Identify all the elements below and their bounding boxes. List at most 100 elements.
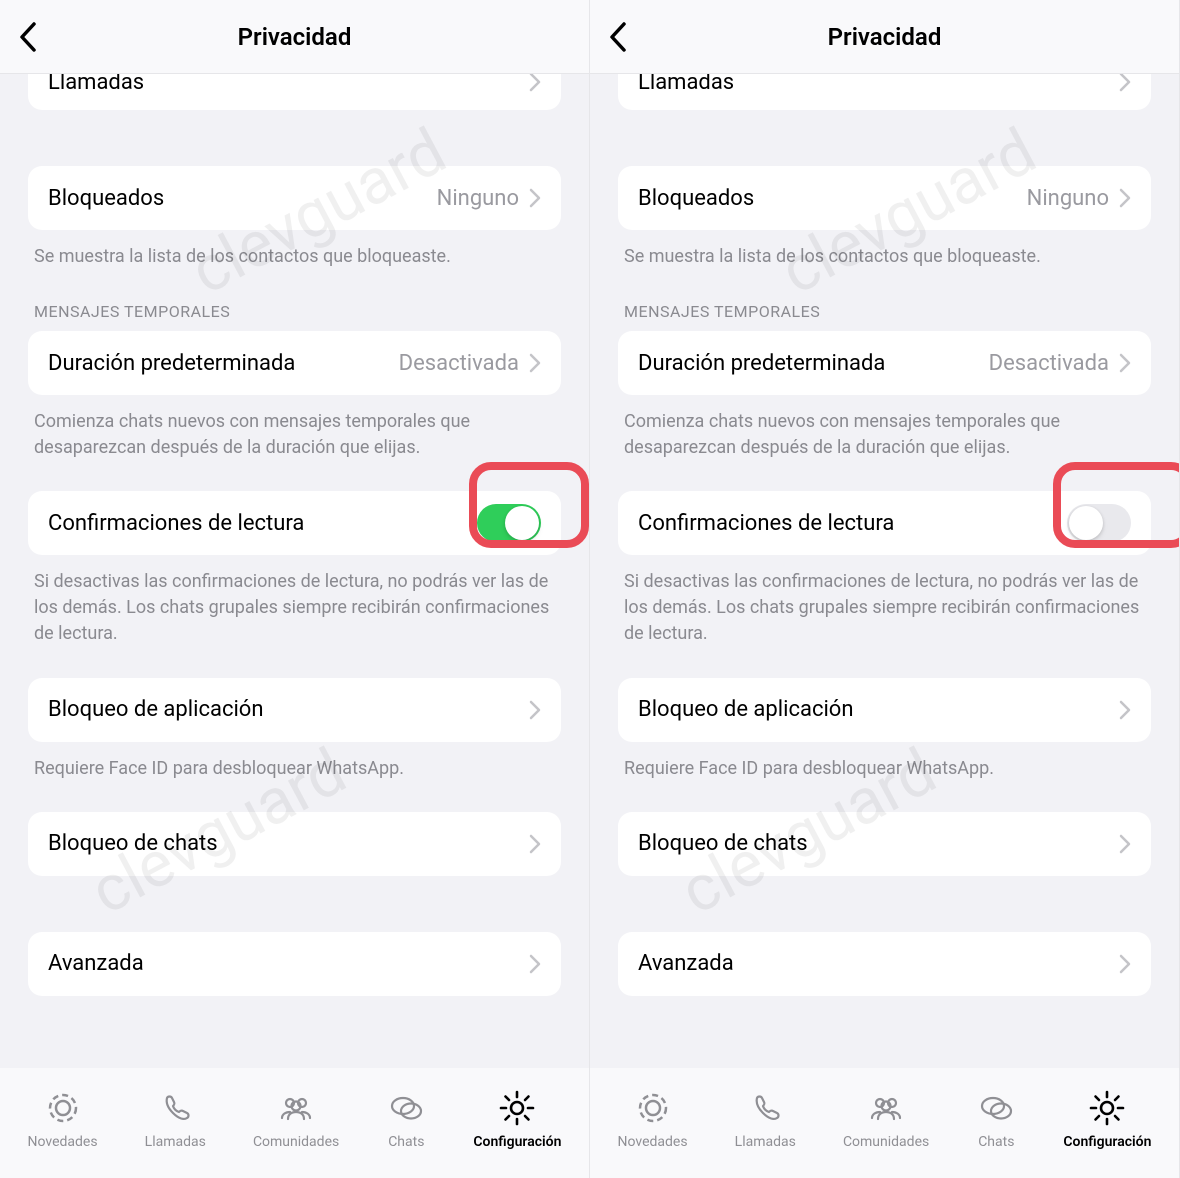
tab-llamadas[interactable]: Llamadas <box>145 1088 206 1150</box>
chevron-right-icon <box>1119 954 1131 974</box>
tab-label: Llamadas <box>735 1134 796 1150</box>
chevron-right-icon <box>1119 353 1131 373</box>
back-button[interactable] <box>8 17 48 57</box>
tab-label: Configuración <box>1063 1134 1151 1150</box>
row-value: Ninguno <box>437 186 519 211</box>
row-bloqueados[interactable]: Bloqueados Ninguno <box>28 166 561 230</box>
row-label: Confirmaciones de lectura <box>48 511 304 536</box>
row-label: Bloqueo de chats <box>48 831 218 856</box>
chats-icon <box>976 1088 1016 1128</box>
row-bloqueo-chats[interactable]: Bloqueo de chats <box>28 812 561 876</box>
tab-label: Novedades <box>28 1134 98 1150</box>
tab-label: Configuración <box>473 1134 561 1150</box>
row-confirmaciones-lectura[interactable]: Confirmaciones de lectura <box>28 491 561 555</box>
status-icon <box>633 1088 673 1128</box>
row-avanzada[interactable]: Avanzada <box>28 932 561 996</box>
row-label: Bloqueo de chats <box>638 831 808 856</box>
row-llamadas[interactable]: Llamadas <box>28 74 561 110</box>
footer-text: Se muestra la lista de los contactos que… <box>34 244 555 270</box>
gear-icon <box>497 1088 537 1128</box>
row-llamadas[interactable]: Llamadas <box>618 74 1151 110</box>
footer-text: Requiere Face ID para desbloquear WhatsA… <box>34 756 555 782</box>
tab-comunidades[interactable]: Comunidades <box>843 1088 929 1150</box>
tab-bar: Novedades Llamadas Comunidades Chats Con… <box>590 1068 1179 1178</box>
row-value: Ninguno <box>1027 186 1109 211</box>
communities-icon <box>866 1088 906 1128</box>
tab-llamadas[interactable]: Llamadas <box>735 1088 796 1150</box>
tab-label: Novedades <box>618 1134 688 1150</box>
row-duracion[interactable]: Duración predeterminada Desactivada <box>28 331 561 395</box>
row-label: Duración predeterminada <box>48 351 295 376</box>
left-pane: Privacidad clevguard clevguard Llamadas … <box>0 0 590 1178</box>
tab-configuracion[interactable]: Configuración <box>1063 1088 1151 1150</box>
chevron-right-icon <box>529 74 541 92</box>
footer-text: Requiere Face ID para desbloquear WhatsA… <box>624 756 1145 782</box>
row-value: Desactivada <box>989 351 1109 376</box>
page-title: Privacidad <box>828 23 942 51</box>
tab-comunidades[interactable]: Comunidades <box>253 1088 339 1150</box>
footer-text: Si desactivas las confirmaciones de lect… <box>34 569 555 647</box>
page-title: Privacidad <box>238 23 352 51</box>
chevron-left-icon <box>18 21 38 53</box>
row-label: Llamadas <box>48 74 144 95</box>
row-label: Bloqueo de aplicación <box>48 697 264 722</box>
content: clevguard clevguard Llamadas Bloqueados … <box>0 74 589 1068</box>
tab-label: Chats <box>388 1134 424 1150</box>
row-duracion[interactable]: Duración predeterminada Desactivada <box>618 331 1151 395</box>
chevron-right-icon <box>529 353 541 373</box>
row-label: Llamadas <box>638 74 734 95</box>
row-label: Avanzada <box>638 951 734 976</box>
chevron-right-icon <box>1119 188 1131 208</box>
row-bloqueo-aplicacion[interactable]: Bloqueo de aplicación <box>28 678 561 742</box>
status-icon <box>43 1088 83 1128</box>
chevron-right-icon <box>529 188 541 208</box>
row-label: Bloqueo de aplicación <box>638 697 854 722</box>
row-avanzada[interactable]: Avanzada <box>618 932 1151 996</box>
right-pane: Privacidad clevguard clevguard Llamadas … <box>590 0 1180 1178</box>
tab-bar: Novedades Llamadas Comunidades Chats Con… <box>0 1068 589 1178</box>
row-label: Avanzada <box>48 951 144 976</box>
row-value: Desactivada <box>399 351 519 376</box>
section-title: MENSAJES TEMPORALES <box>624 302 1145 321</box>
row-bloqueados[interactable]: Bloqueados Ninguno <box>618 166 1151 230</box>
chevron-left-icon <box>608 21 628 53</box>
row-confirmaciones-lectura[interactable]: Confirmaciones de lectura <box>618 491 1151 555</box>
phone-icon <box>745 1088 785 1128</box>
header: Privacidad <box>590 0 1179 74</box>
communities-icon <box>276 1088 316 1128</box>
chevron-right-icon <box>1119 74 1131 92</box>
chevron-right-icon <box>1119 700 1131 720</box>
tab-label: Chats <box>978 1134 1014 1150</box>
tab-label: Comunidades <box>253 1134 339 1150</box>
row-label: Bloqueados <box>638 186 754 211</box>
read-receipts-toggle[interactable] <box>1067 504 1131 542</box>
tab-novedades[interactable]: Novedades <box>28 1088 98 1150</box>
tab-chats[interactable]: Chats <box>386 1088 426 1150</box>
footer-text: Se muestra la lista de los contactos que… <box>624 244 1145 270</box>
tab-chats[interactable]: Chats <box>976 1088 1016 1150</box>
row-label: Confirmaciones de lectura <box>638 511 894 536</box>
gear-icon <box>1087 1088 1127 1128</box>
footer-text: Comienza chats nuevos con mensajes tempo… <box>624 409 1145 461</box>
chevron-right-icon <box>529 834 541 854</box>
row-bloqueo-aplicacion[interactable]: Bloqueo de aplicación <box>618 678 1151 742</box>
chats-icon <box>386 1088 426 1128</box>
footer-text: Si desactivas las confirmaciones de lect… <box>624 569 1145 647</box>
chevron-right-icon <box>1119 834 1131 854</box>
row-bloqueo-chats[interactable]: Bloqueo de chats <box>618 812 1151 876</box>
phone-icon <box>155 1088 195 1128</box>
tab-label: Llamadas <box>145 1134 206 1150</box>
row-label: Duración predeterminada <box>638 351 885 376</box>
tab-label: Comunidades <box>843 1134 929 1150</box>
chevron-right-icon <box>529 954 541 974</box>
tab-configuracion[interactable]: Configuración <box>473 1088 561 1150</box>
footer-text: Comienza chats nuevos con mensajes tempo… <box>34 409 555 461</box>
chevron-right-icon <box>529 700 541 720</box>
read-receipts-toggle[interactable] <box>477 504 541 542</box>
header: Privacidad <box>0 0 589 74</box>
tab-novedades[interactable]: Novedades <box>618 1088 688 1150</box>
row-label: Bloqueados <box>48 186 164 211</box>
back-button[interactable] <box>598 17 638 57</box>
content: clevguard clevguard Llamadas Bloqueados … <box>590 74 1179 1068</box>
section-title: MENSAJES TEMPORALES <box>34 302 555 321</box>
